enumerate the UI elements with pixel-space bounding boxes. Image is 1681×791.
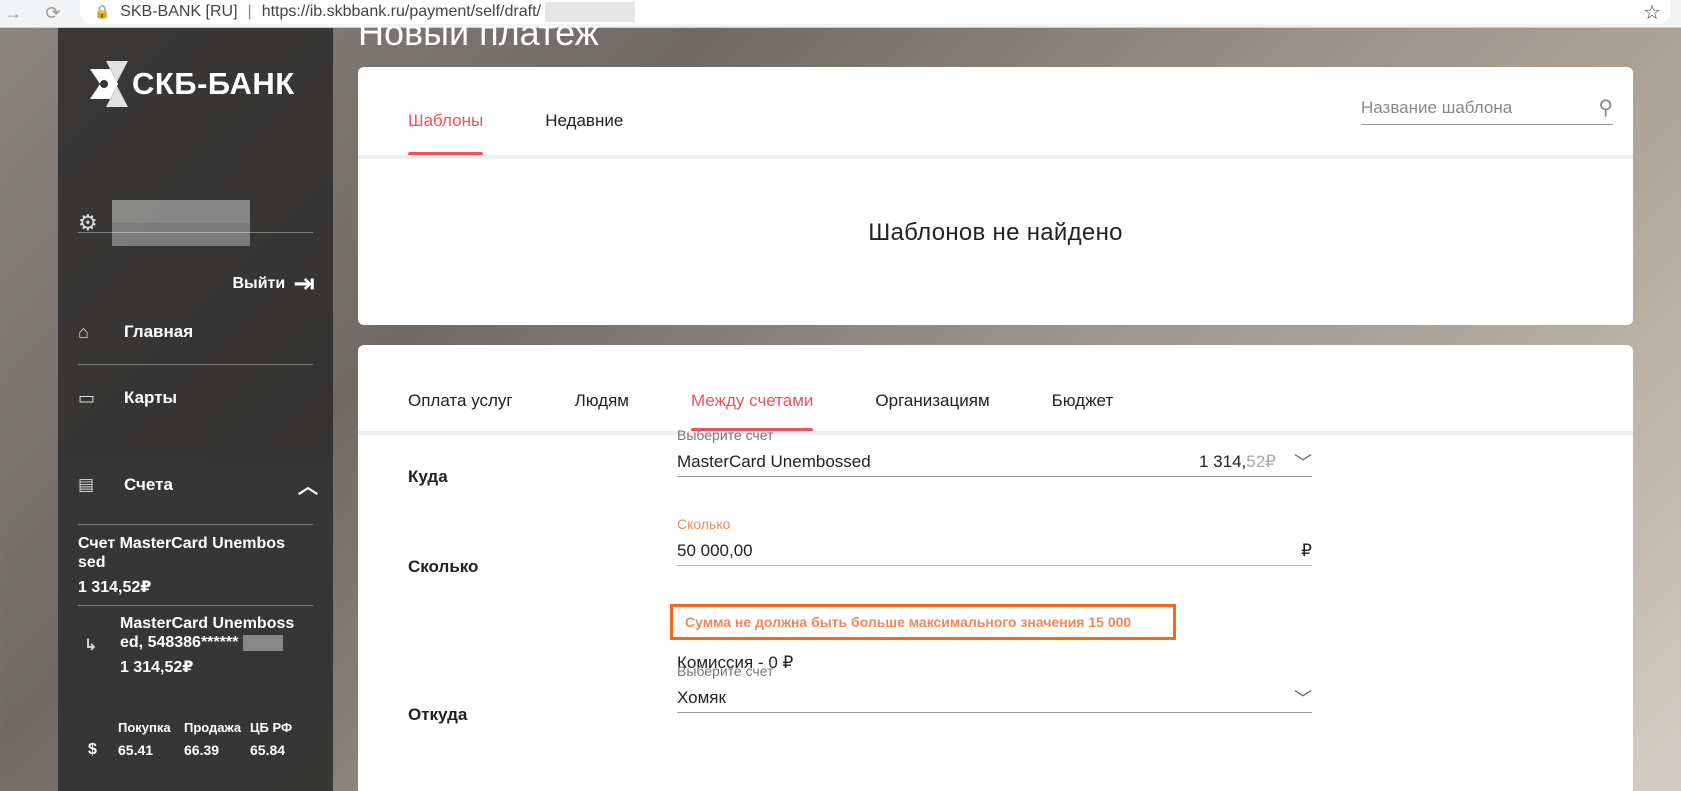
rate-header-cb: ЦБ РФ	[250, 720, 293, 735]
reload-icon[interactable]: ⟳	[40, 1, 66, 27]
logout-button[interactable]: Выйти ⇥	[232, 268, 315, 299]
account-item[interactable]: Счет MasterCard Unembos sed 1 314,52₽	[78, 534, 308, 597]
from-label: Откуда	[408, 705, 468, 724]
chevron-down-icon[interactable]: ﹀	[1294, 449, 1312, 475]
templates-tabs: Шаблоны Недавние	[408, 67, 685, 156]
user-profile[interactable]: ⚙	[78, 188, 318, 258]
linked-card-icon: ↳	[84, 637, 98, 654]
address-separator: |	[247, 3, 252, 20]
amount-error-message: Сумма не должна быть больше максимальног…	[670, 604, 1176, 640]
sidebar-item-label: Карты	[124, 388, 178, 407]
tab-templates[interactable]: Шаблоны	[408, 67, 484, 156]
to-account-name: MasterCard Unembossed	[677, 451, 871, 471]
rate-cb: 65.84	[250, 742, 286, 758]
sidebar: СКБ-БАНК ⚙ Выйти ⇥ ⌂ Главная ▭ Карты ▤ С…	[58, 28, 333, 791]
templates-card: Шаблоны Недавние ⚲ Шаблонов не найдено	[358, 67, 1633, 325]
redacted-user-name	[111, 200, 250, 246]
to-account-select[interactable]: Выберите счет MasterCard Unembossed 1 31…	[677, 427, 1312, 477]
rate-buy: 65.41	[118, 742, 154, 758]
address-bar[interactable]: 🔒 SKB-BANK [RU] | https://ib.skbbank.ru/…	[80, 0, 1670, 24]
currency-symbol: $	[88, 741, 97, 758]
rate-sell: 66.39	[184, 742, 220, 758]
template-search-input[interactable]	[1361, 97, 1571, 118]
account-balance: 1 314,52₽	[78, 579, 152, 596]
to-label: Куда	[408, 467, 448, 486]
account-name: Счет MasterCard Unembos sed	[78, 535, 285, 571]
amount-label: Сколько	[408, 557, 479, 576]
card-balance: 1 314,52₽	[120, 659, 194, 676]
forward-icon[interactable]: →	[0, 1, 26, 27]
from-account-select[interactable]: Выберите счет Хомяк ﹀	[677, 663, 1312, 713]
from-value-row[interactable]: Хомяк ﹀	[677, 683, 1312, 713]
redacted-card-number	[242, 634, 283, 651]
divider	[78, 232, 313, 233]
logout-label: Выйти	[232, 274, 286, 292]
empty-templates-message: Шаблонов не найдено	[868, 219, 1123, 246]
currency-sign: ₽	[1301, 540, 1312, 560]
chevron-down-icon[interactable]: ﹀	[1294, 685, 1312, 711]
chevron-up-icon[interactable]: ︿	[298, 470, 318, 499]
bank-logo-mark-icon	[90, 61, 128, 107]
sidebar-item-home[interactable]: ⌂ Главная	[78, 312, 313, 352]
bank-logo-text: СКБ-БАНК	[132, 66, 295, 101]
amount-value: 50 000,00	[677, 540, 753, 560]
sidebar-item-cards[interactable]: ▭ Карты	[78, 378, 313, 418]
logout-icon: ⇥	[293, 268, 315, 298]
tab-budget[interactable]: Бюджет	[1052, 345, 1114, 431]
from-hint: Выберите счет	[677, 663, 774, 679]
bank-logo[interactable]: СКБ-БАНК	[88, 58, 295, 110]
bookmark-star-icon[interactable]: ☆	[1643, 0, 1661, 25]
tab-organizations[interactable]: Организациям	[875, 345, 989, 431]
sidebar-item-label: Счета	[124, 474, 173, 494]
sidebar-item-accounts[interactable]: ▤ Счета ︿	[78, 470, 318, 499]
payment-card: Оплата услуг Людям Между счетами Организ…	[358, 345, 1633, 791]
rate-header-sell: Продажа	[184, 720, 242, 735]
sidebar-item-label: Главная	[124, 322, 194, 341]
template-search: ⚲	[1361, 91, 1613, 125]
to-hint: Выберите счет	[677, 427, 774, 443]
amount-input[interactable]: 50 000,00 ₽	[677, 536, 1312, 566]
document-icon: ▤	[78, 474, 95, 494]
to-balance-frac: 52₽	[1246, 451, 1276, 471]
card-item[interactable]: ↳ MasterCard Unemboss ed, 548386****** 1…	[78, 614, 318, 677]
site-name: SKB-BANK [RU]	[120, 3, 238, 20]
amount-field[interactable]: Сколько 50 000,00 ₽	[677, 516, 1312, 566]
search-icon[interactable]: ⚲	[1598, 95, 1613, 120]
lock-icon: 🔒	[94, 4, 111, 19]
tab-recent[interactable]: Недавние	[545, 67, 623, 155]
home-icon: ⌂	[78, 321, 89, 342]
to-value-row[interactable]: MasterCard Unembossed 1 314, 52₽ ﹀	[677, 447, 1312, 477]
tab-people[interactable]: Людям	[575, 345, 629, 431]
divider	[78, 364, 313, 365]
amount-hint: Сколько	[677, 516, 731, 532]
divider	[78, 524, 313, 525]
payment-tabs: Оплата услуг Людям Между счетами Организ…	[408, 345, 1175, 432]
tab-underline	[358, 155, 1633, 159]
divider	[78, 605, 313, 606]
browser-toolbar: → ⟳ 🔒 SKB-BANK [RU] | https://ib.skbbank…	[0, 0, 1681, 28]
from-account-name: Хомяк	[677, 687, 726, 707]
to-balance-int: 1 314,	[1199, 451, 1247, 471]
tab-services[interactable]: Оплата услуг	[408, 345, 513, 431]
page-title: Новый платеж	[358, 12, 599, 53]
tab-between-accounts[interactable]: Между счетами	[691, 345, 814, 432]
exchange-rates: Покупка Продажа ЦБ РФ $ 65.41 66.39 65.8…	[78, 720, 318, 759]
accounts-section: ▤ Счета ︿ Счет MasterCard Unembos sed 1 …	[58, 458, 333, 791]
rate-header-buy: Покупка	[118, 720, 171, 735]
card-icon: ▭	[78, 387, 96, 408]
